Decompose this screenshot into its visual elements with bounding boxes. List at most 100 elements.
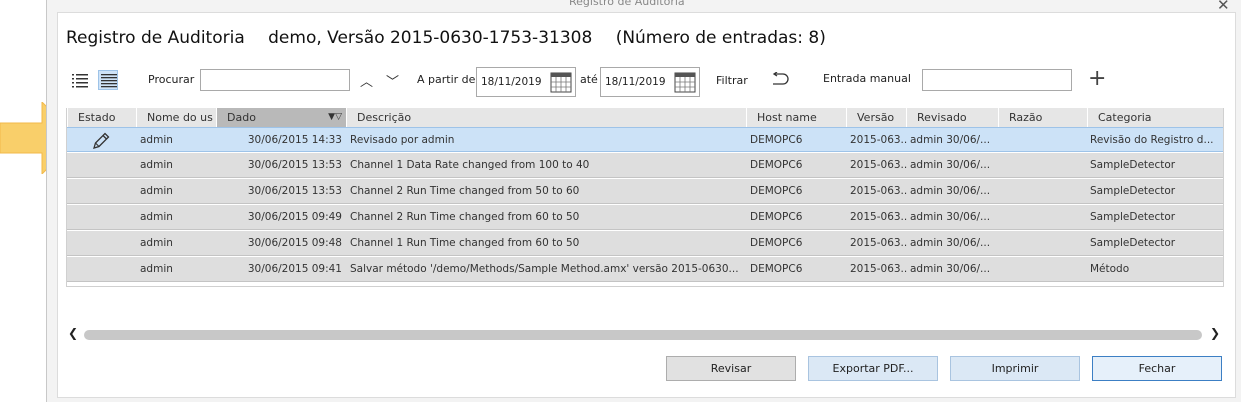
cell-version: 2015-063... xyxy=(850,134,908,146)
col-header-host[interactable]: Host name xyxy=(746,108,846,127)
manual-entry-input[interactable] xyxy=(922,69,1072,91)
manual-entry-label: Entrada manual xyxy=(823,72,911,85)
col-header-date[interactable]: Dado ▼▽ xyxy=(216,108,346,127)
cell-host: DEMOPC6 xyxy=(750,185,803,197)
cell-reason xyxy=(1002,231,1087,255)
table-header: Estado Nome do us Dado ▼▽ Descrição Host… xyxy=(67,108,1223,127)
cell-user: admin xyxy=(140,211,173,223)
cell-user: admin xyxy=(140,263,173,275)
cell-reviewed: admin 30/06/... xyxy=(910,263,991,275)
col-header-reviewed[interactable]: Revisado xyxy=(906,108,998,127)
table-row[interactable]: admin 30/06/2015 09:41 Salvar método '/dem… xyxy=(67,257,1223,282)
cell-date: 30/06/2015 09:41 xyxy=(247,263,342,275)
horizontal-scrollbar[interactable]: ❮ ❯ xyxy=(66,326,1222,342)
cell-version: 2015-063... xyxy=(850,237,908,249)
search-label: Procurar xyxy=(148,73,195,86)
cell-desc: Channel 1 Data Rate changed from 100 to … xyxy=(350,159,590,171)
cell-reviewed: admin 30/06/... xyxy=(910,134,991,146)
cell-desc: Channel 2 Run Time changed from 60 to 50 xyxy=(350,211,580,223)
cell-date: 30/06/2015 13:53 xyxy=(247,185,342,197)
cell-desc: Channel 2 Run Time changed from 50 to 60 xyxy=(350,185,580,197)
cell-reason xyxy=(1002,153,1087,177)
reset-filter-icon[interactable] xyxy=(770,72,790,86)
to-date-picker[interactable]: 18/11/2019 xyxy=(600,67,700,97)
col-header-user[interactable]: Nome do us xyxy=(136,108,216,127)
scroll-left-icon[interactable]: ❮ xyxy=(68,326,78,340)
table-row[interactable]: admin 30/06/2015 14:33 Revisado por admin D… xyxy=(67,127,1223,152)
cell-version: 2015-063... xyxy=(850,263,908,275)
cell-host: DEMOPC6 xyxy=(750,237,803,249)
cell-reviewed: admin 30/06/... xyxy=(910,159,991,171)
entry-count: (Número de entradas: 8) xyxy=(615,28,826,48)
title-name: Registro de Auditoria xyxy=(66,28,245,48)
chevron-up-icon[interactable]: ︿ xyxy=(360,71,373,90)
cell-version: 2015-063... xyxy=(850,185,908,197)
cell-desc: Revisado por admin xyxy=(350,134,455,146)
cell-host: DEMOPC6 xyxy=(750,263,803,275)
scrollbar-thumb[interactable] xyxy=(84,330,1202,340)
cell-reason xyxy=(1002,257,1087,281)
col-header-category[interactable]: Categoria xyxy=(1087,108,1223,127)
cell-reviewed: admin 30/06/... xyxy=(910,185,991,197)
table-row[interactable]: admin 30/06/2015 13:53 Channel 1 Data Rate… xyxy=(67,153,1223,178)
dialog-content: Registro de Auditoria demo, Versão 2015-… xyxy=(57,12,1236,398)
page-title: Registro de Auditoria demo, Versão 2015-… xyxy=(66,28,844,48)
cell-date: 30/06/2015 09:49 xyxy=(247,211,342,223)
from-date-label: A partir de xyxy=(417,73,476,86)
col-header-version[interactable]: Versão xyxy=(846,108,906,127)
cell-category: SampleDetector xyxy=(1090,159,1176,171)
cell-date: 30/06/2015 09:48 xyxy=(247,237,342,249)
col-header-date-label: Dado xyxy=(227,111,256,124)
col-header-description[interactable]: Descrição xyxy=(346,108,746,127)
cell-desc: Salvar método '/demo/Methods/Sample Meth… xyxy=(350,263,739,275)
table-row[interactable]: admin 30/06/2015 09:49 Channel 2 Run Time … xyxy=(67,205,1223,230)
close-button[interactable]: Fechar xyxy=(1092,356,1222,381)
title-bar: Registro de Auditoria ✕ xyxy=(47,0,1241,14)
col-header-reason[interactable]: Razão xyxy=(998,108,1087,127)
table-row[interactable]: admin 30/06/2015 09:48 Channel 1 Run Time … xyxy=(67,231,1223,256)
cell-user: admin xyxy=(140,134,173,146)
cell-date: 30/06/2015 14:33 xyxy=(247,134,342,146)
chevron-down-icon[interactable]: ﹀ xyxy=(386,71,399,90)
list-view-icon xyxy=(72,74,88,88)
add-entry-icon[interactable]: + xyxy=(1088,68,1106,90)
audit-trail-window: Registro de Auditoria ✕ Registro de Audi… xyxy=(46,0,1241,402)
search-input[interactable] xyxy=(200,69,350,91)
calendar-icon[interactable] xyxy=(674,71,696,93)
window-title: Registro de Auditoria xyxy=(569,0,685,8)
pencil-icon xyxy=(93,132,110,149)
from-date-value: 18/11/2019 xyxy=(481,76,542,88)
cell-reviewed: admin 30/06/... xyxy=(910,211,991,223)
list-view-button[interactable] xyxy=(70,70,90,90)
cell-category: SampleDetector xyxy=(1090,211,1176,223)
cell-category: SampleDetector xyxy=(1090,237,1176,249)
scroll-right-icon[interactable]: ❯ xyxy=(1210,326,1220,340)
review-button[interactable]: Revisar xyxy=(666,356,796,381)
cell-date: 30/06/2015 13:53 xyxy=(247,159,342,171)
print-button[interactable]: Imprimir xyxy=(950,356,1080,381)
cell-reason xyxy=(1002,205,1087,229)
detail-view-icon xyxy=(101,74,117,88)
table-row[interactable]: admin 30/06/2015 13:53 Channel 2 Run Time … xyxy=(67,179,1223,204)
cell-host: DEMOPC6 xyxy=(750,159,803,171)
cell-category: Revisão do Registro d... xyxy=(1090,134,1214,146)
sort-filter-icon[interactable]: ▼▽ xyxy=(328,108,342,127)
cell-user: admin xyxy=(140,185,173,197)
to-date-label: até xyxy=(580,73,598,86)
cell-version: 2015-063... xyxy=(850,159,908,171)
from-date-picker[interactable]: 18/11/2019 xyxy=(476,67,576,97)
filter-label[interactable]: Filtrar xyxy=(716,74,748,87)
export-pdf-button[interactable]: Exportar PDF... xyxy=(808,356,938,381)
cell-version: 2015-063... xyxy=(850,211,908,223)
cell-host: DEMOPC6 xyxy=(750,211,803,223)
calendar-icon[interactable] xyxy=(550,71,572,93)
cell-desc: Channel 1 Run Time changed from 60 to 50 xyxy=(350,237,580,249)
audit-table: Estado Nome do us Dado ▼▽ Descrição Host… xyxy=(66,108,1224,287)
detail-view-button[interactable] xyxy=(98,70,118,90)
col-header-status[interactable]: Estado xyxy=(67,108,136,127)
cell-reason xyxy=(1002,179,1087,203)
cell-reviewed: admin 30/06/... xyxy=(910,237,991,249)
cell-user: admin xyxy=(140,159,173,171)
cell-host: DEMOPC6 xyxy=(750,134,803,146)
cell-category: SampleDetector xyxy=(1090,185,1176,197)
